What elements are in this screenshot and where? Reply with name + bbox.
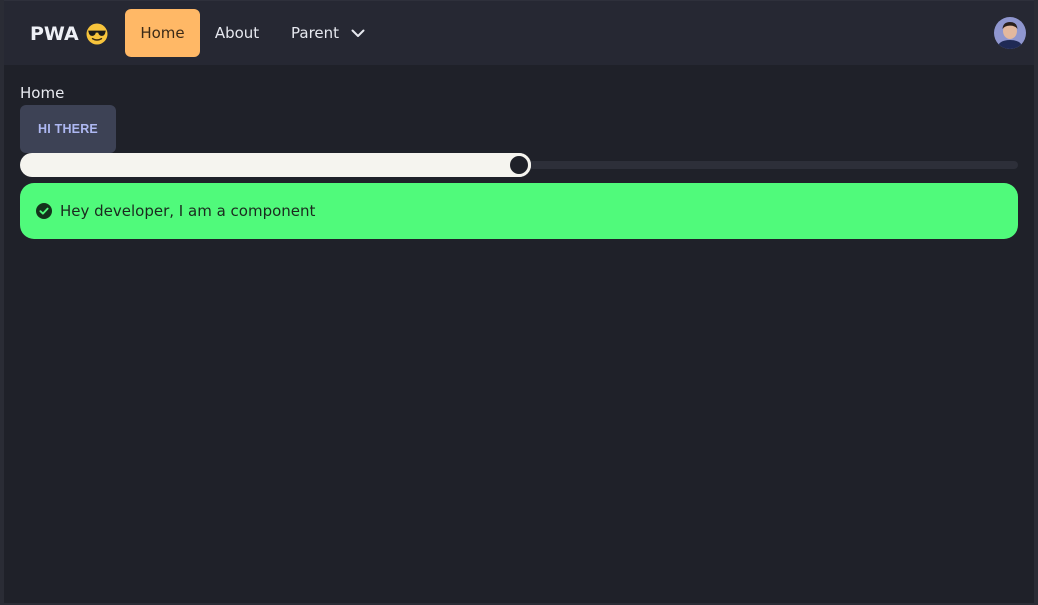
range-fill — [20, 153, 531, 177]
nav-item-label: About — [214, 24, 260, 42]
success-alert: Hey developer, I am a component — [20, 183, 1018, 239]
avatar-image — [994, 17, 1026, 49]
nav-item-parent-dropdown[interactable]: Parent — [274, 9, 374, 57]
nav-item-label: Parent — [291, 24, 340, 42]
brand-link[interactable]: PWA — [20, 11, 118, 57]
range-thumb[interactable] — [507, 153, 531, 177]
chevron-down-icon — [351, 29, 365, 37]
hi-there-button[interactable]: HI THERE — [20, 105, 116, 153]
brand-name: PWA — [30, 23, 79, 45]
alert-message: Hey developer, I am a component — [60, 202, 316, 220]
nav-item-label: Home — [140, 24, 185, 42]
navbar: PWA Home About Parent — [4, 0, 1034, 65]
page-title: Home — [20, 84, 65, 102]
nav-item-home[interactable]: Home — [125, 9, 200, 57]
user-avatar[interactable] — [994, 17, 1026, 49]
nav-item-about[interactable]: About — [200, 9, 274, 57]
check-circle-icon — [36, 203, 52, 219]
range-slider[interactable] — [20, 153, 1018, 177]
sunglasses-emoji-icon — [86, 23, 108, 45]
app-window: PWA Home About Parent Home HI THERE Hey … — [0, 0, 1038, 605]
